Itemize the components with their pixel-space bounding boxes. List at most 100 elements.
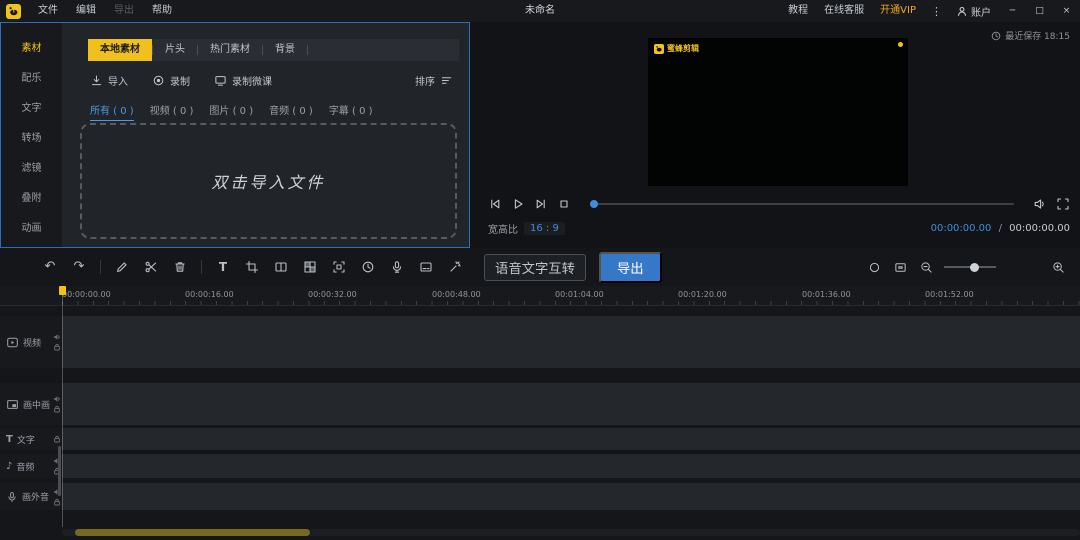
playhead[interactable] [59,286,66,295]
crop-icon[interactable] [244,259,260,275]
lock-track-icon[interactable] [53,435,61,443]
menu-help[interactable]: 帮助 [143,0,181,22]
minimize-button[interactable]: ─ [999,0,1026,22]
sidebar-item-animation[interactable]: 动画 [1,211,62,241]
track-header-text[interactable]: T 文字 [0,428,62,450]
video-canvas[interactable]: 蜜蜂剪辑 [648,38,908,186]
track-lane-voiceover[interactable] [62,483,1080,510]
freeze-frame-icon[interactable] [273,259,289,275]
mute-track-icon[interactable] [53,333,61,341]
import-button[interactable]: 导入 [90,73,128,88]
voiceover-track-icon [6,491,18,503]
horizontal-scrollbar-thumb[interactable] [75,529,310,536]
support-link[interactable]: 在线客服 [816,0,872,22]
track-header-audio[interactable]: ♪ 音频 [0,454,62,478]
time-separator: / [999,223,1002,234]
voice-text-convert-button[interactable]: 语音文字互转 [484,254,586,281]
category-sidebar: 素材 配乐 文字 转场 滤镜 叠附 动画 [1,23,62,247]
dropzone-hint: 双击导入文件 [211,169,325,193]
tab-intro[interactable]: 片头 [153,39,197,61]
sidebar-item-text[interactable]: 文字 [1,91,62,121]
sidebar-item-overlay[interactable]: 叠附 [1,181,62,211]
next-frame-button[interactable] [534,197,548,211]
edit-icon[interactable] [114,259,130,275]
split-scissors-icon[interactable] [143,259,159,275]
vertical-scrollbar[interactable] [58,446,61,496]
sort-button[interactable]: 排序 [415,73,453,88]
zoom-in-icon[interactable] [1050,259,1066,275]
seek-bar[interactable] [590,203,1014,205]
watermark-text: 蜜蜂剪辑 [667,43,699,54]
fit-timeline-icon[interactable] [892,259,908,275]
record-course-button[interactable]: 录制微课 [214,73,272,88]
record-button[interactable]: 录制 [152,73,190,88]
filter-all[interactable]: 所有 ( 0 ) [90,102,134,121]
sidebar-item-transition[interactable]: 转场 [1,121,62,151]
vip-link[interactable]: 开通VIP [872,0,924,22]
menu-export[interactable]: 导出 [105,0,143,22]
volume-icon[interactable] [1033,197,1047,211]
more-menu-icon[interactable]: ⋮ [924,5,949,18]
tutorial-link[interactable]: 教程 [780,0,816,22]
mute-track-icon[interactable] [53,395,61,403]
account-button[interactable]: 账户 [949,4,999,19]
filter-video[interactable]: 视频 ( 0 ) [150,102,194,121]
track-header-pip[interactable]: 画中画 [0,383,62,425]
track-lane-pip[interactable] [62,383,1080,425]
previous-frame-button[interactable] [488,197,502,211]
menu-file[interactable]: 文件 [29,0,67,22]
timeline: 00:00:00.00 00:00:16.00 00:00:32.00 00:0… [0,286,1080,540]
subtitle-icon[interactable] [418,259,434,275]
redo-button[interactable]: ↷ [71,259,87,275]
timeline-ruler[interactable]: 00:00:00.00 00:00:16.00 00:00:32.00 00:0… [0,286,1080,306]
track-controls [53,395,61,413]
audio-track-icon: ♪ [6,461,12,472]
text-tool-icon[interactable]: T [215,259,231,275]
stop-button[interactable] [557,197,571,211]
zoom-slider-handle[interactable] [970,263,979,272]
canvas-frame-icon[interactable] [331,259,347,275]
sidebar-item-music[interactable]: 配乐 [1,61,62,91]
media-tabs: 本地素材 片头 热门素材 背景 [88,39,459,61]
horizontal-scrollbar[interactable] [62,529,1080,536]
sidebar-item-filter[interactable]: 滤镜 [1,151,62,181]
maximize-button[interactable]: □ [1026,0,1053,22]
timeline-zoom-slider[interactable] [944,266,996,268]
undo-button[interactable]: ↶ [42,259,58,275]
aspect-ratio-value[interactable]: 16 : 9 [524,222,565,235]
play-button[interactable] [511,197,525,211]
filter-subtitle[interactable]: 字幕 ( 0 ) [329,102,373,121]
titlebar: 文件 编辑 导出 帮助 未命名 教程 在线客服 开通VIP ⋮ 账户 ─ □ × [0,0,1080,22]
menu-edit[interactable]: 编辑 [67,0,105,22]
tab-local-material[interactable]: 本地素材 [88,39,152,61]
duration-clock-icon[interactable] [360,259,376,275]
track-lane-audio[interactable] [62,454,1080,478]
track-controls [53,435,61,443]
lock-track-icon[interactable] [53,405,61,413]
export-button[interactable]: 导出 [599,252,662,283]
filter-audio[interactable]: 音频 ( 0 ) [269,102,313,121]
import-dropzone[interactable]: 双击导入文件 [80,123,457,239]
tab-background[interactable]: 背景 [263,39,307,61]
current-time: 00:00:00.00 [931,223,992,234]
delete-icon[interactable] [172,259,188,275]
track-lane-text[interactable] [62,428,1080,450]
lock-track-icon[interactable] [53,498,61,506]
seek-handle[interactable] [590,200,598,208]
beautify-icon[interactable] [447,259,463,275]
zoom-out-icon[interactable] [918,259,934,275]
close-button[interactable]: × [1053,0,1080,22]
sidebar-item-material[interactable]: 素材 [1,31,62,61]
lock-track-icon[interactable] [53,343,61,351]
fullscreen-icon[interactable] [1056,197,1070,211]
marker-ring-icon[interactable] [866,259,882,275]
track-lane-video[interactable] [62,316,1080,368]
track-header-video[interactable]: 视频 [0,316,62,368]
app-logo-icon [6,4,21,19]
mosaic-icon[interactable] [302,259,318,275]
voiceover-mic-icon[interactable] [389,259,405,275]
tab-hot-material[interactable]: 热门素材 [198,39,262,61]
filter-image[interactable]: 图片 ( 0 ) [209,102,253,121]
sort-label: 排序 [415,73,435,88]
track-header-voiceover[interactable]: 画外音 [0,483,62,510]
